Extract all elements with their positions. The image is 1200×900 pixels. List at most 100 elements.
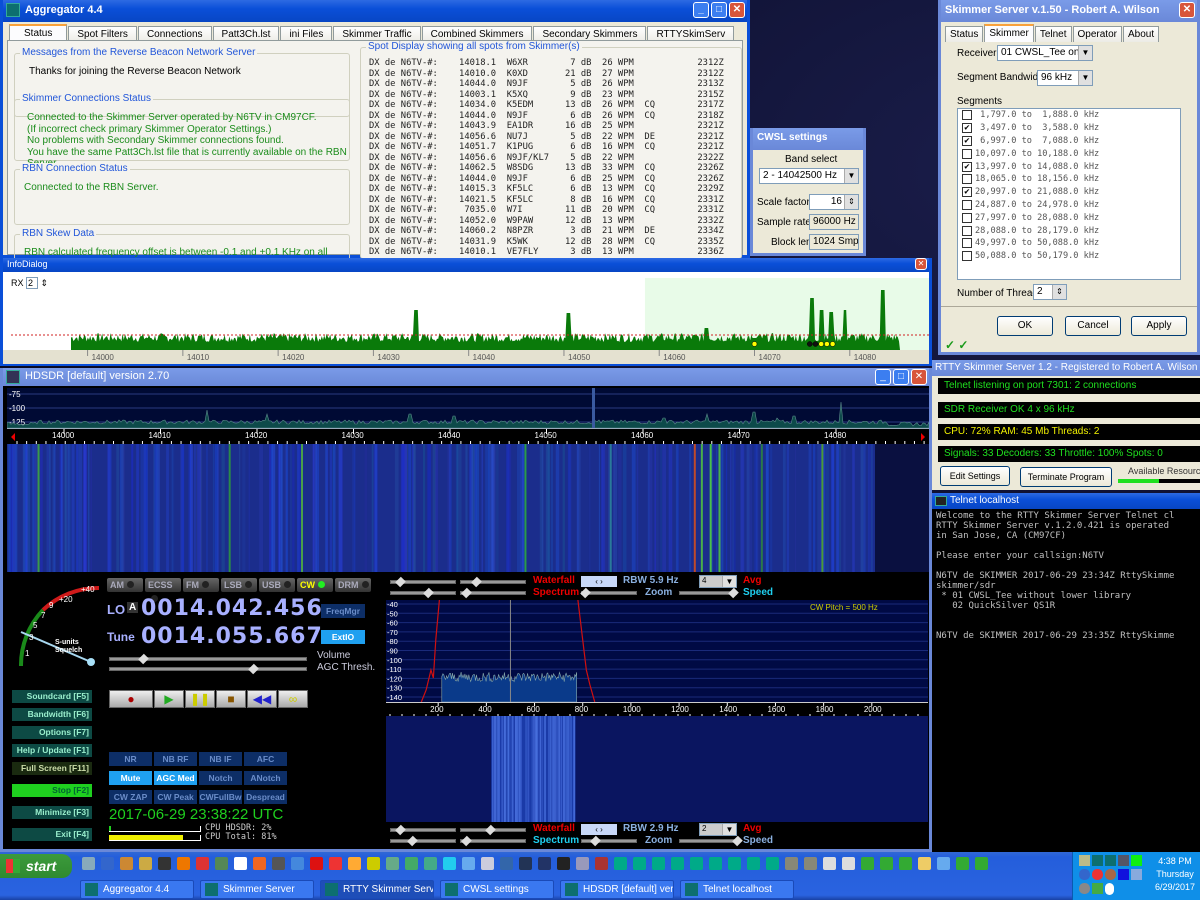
spot-row[interactable]: DX de N6TV-#: 7035.0 W7I 11 dB 20 WPM CQ… bbox=[369, 205, 724, 216]
dsp-anotch-button[interactable]: ANotch bbox=[244, 771, 287, 785]
quick-launch-icon[interactable] bbox=[120, 857, 133, 870]
dsp-nb-rf-button[interactable]: NB RF bbox=[154, 752, 197, 766]
spot-row[interactable]: DX de N6TV-#: 14056.6 NU7J 5 dB 22 WPM D… bbox=[369, 132, 724, 143]
quick-launch-icon[interactable] bbox=[500, 857, 513, 870]
waterfall-nav-arrows[interactable]: ‹ › bbox=[581, 824, 617, 835]
segment-item[interactable]: 18,065.0 to 18,156.0 kHz bbox=[958, 173, 1180, 186]
quick-launch-icon[interactable] bbox=[918, 857, 931, 870]
agc-thresh-slider[interactable] bbox=[109, 663, 307, 675]
close-button[interactable]: ✕ bbox=[915, 258, 927, 270]
telnet-titlebar[interactable]: Telnet localhost bbox=[932, 493, 1200, 509]
waterfall-slider-4[interactable] bbox=[460, 824, 526, 836]
start-button[interactable]: start bbox=[0, 854, 72, 878]
scale-factor-spinner[interactable]: 16 ⇕ bbox=[809, 194, 859, 210]
quick-launch-icon[interactable] bbox=[652, 857, 665, 870]
rtty-titlebar[interactable]: RTTY Skimmer Server 1.2 - Registered to … bbox=[932, 360, 1200, 376]
stop-playback-button[interactable]: ■ bbox=[216, 690, 246, 708]
zoom-slider[interactable] bbox=[581, 835, 637, 847]
mode-lsb-button[interactable]: LSB bbox=[221, 578, 257, 592]
spot-row[interactable]: DX de N6TV-#: 14043.9 EA1DR 16 dB 25 WPM… bbox=[369, 121, 724, 132]
spot-row[interactable]: DX de N6TV-#: 14062.5 W8SDG 13 dB 33 WPM… bbox=[369, 163, 724, 174]
waterfall-slider-1[interactable] bbox=[390, 576, 456, 588]
dsp-cwfullbw-button[interactable]: CWFullBw bbox=[199, 790, 242, 804]
segment-checkbox[interactable]: ✔ bbox=[962, 123, 972, 134]
tab-about[interactable]: About bbox=[1122, 26, 1160, 42]
taskbar-item[interactable]: HDSDR [default] ver... bbox=[560, 880, 674, 899]
close-button[interactable]: ✕ bbox=[1179, 2, 1195, 18]
quick-launch-icon[interactable] bbox=[557, 857, 570, 870]
mode-cw-button[interactable]: CW bbox=[297, 578, 333, 592]
dsp-despread-button[interactable]: Despread bbox=[244, 790, 287, 804]
tray-icon[interactable] bbox=[1092, 883, 1103, 894]
segment-item[interactable]: 49,997.0 to 50,088.0 kHz bbox=[958, 237, 1180, 250]
speed-slider[interactable] bbox=[679, 587, 739, 599]
maximize-button[interactable]: □ bbox=[711, 2, 727, 18]
waterfall-slider-3[interactable] bbox=[390, 824, 456, 836]
lo-vfo-button[interactable]: A bbox=[127, 602, 139, 613]
segment-checkbox[interactable] bbox=[962, 225, 972, 236]
skimmer-server-titlebar[interactable]: Skimmer Server v.1.50 - Robert A. Wilson… bbox=[941, 0, 1197, 22]
slider-thumb[interactable] bbox=[138, 653, 149, 665]
waterfall-nav-arrows[interactable]: ‹ › bbox=[581, 576, 617, 587]
dsp-cw-zap-button[interactable]: CW ZAP bbox=[109, 790, 152, 804]
spot-row[interactable]: DX de N6TV-#: 14034.0 K5EDM 13 dB 26 WPM… bbox=[369, 100, 724, 111]
rf-waterfall[interactable] bbox=[7, 444, 929, 572]
mode-fm-button[interactable]: FM bbox=[183, 578, 219, 592]
close-button[interactable]: ✕ bbox=[911, 369, 927, 385]
quick-launch-icon[interactable] bbox=[880, 857, 893, 870]
spot-row[interactable]: DX de N6TV-#: 14056.6 N9JF/KL7 5 dB 22 W… bbox=[369, 153, 724, 164]
segment-checkbox[interactable] bbox=[962, 148, 972, 159]
segment-item[interactable]: 27,997.0 to 28,088.0 kHz bbox=[958, 211, 1180, 224]
spot-row[interactable]: DX de N6TV-#: 14010.0 K0XD 21 dB 27 WPM … bbox=[369, 69, 724, 80]
tab-skimmer[interactable]: Skimmer bbox=[984, 24, 1034, 42]
receiver-dropdown[interactable]: 01 CWSL_Tee on IC_I ▼ bbox=[997, 45, 1093, 61]
segments-list[interactable]: 1,797.0 to 1,888.0 kHz ✔ 3,497.0 to 3,588… bbox=[957, 108, 1181, 280]
quick-launch-icon[interactable] bbox=[139, 857, 152, 870]
dsp-notch-button[interactable]: Notch bbox=[199, 771, 242, 785]
af-waterfall[interactable] bbox=[386, 716, 928, 822]
quick-launch-icon[interactable] bbox=[728, 857, 741, 870]
spot-row[interactable]: DX de N6TV-#: 14015.3 KF5LC 6 dB 13 WPM … bbox=[369, 184, 724, 195]
quick-launch-icon[interactable] bbox=[975, 857, 988, 870]
zoom-slider[interactable] bbox=[580, 587, 637, 599]
tray-icon[interactable] bbox=[1118, 855, 1129, 866]
segment-item[interactable]: 24,887.0 to 24,978.0 kHz bbox=[958, 199, 1180, 212]
slider-thumb[interactable] bbox=[248, 663, 259, 675]
waterfall-slider-2[interactable] bbox=[460, 576, 526, 588]
quick-launch-icon[interactable] bbox=[367, 857, 380, 870]
quick-launch-icon[interactable] bbox=[272, 857, 285, 870]
tab-operator[interactable]: Operator bbox=[1072, 26, 1122, 42]
play-button[interactable]: ▶ bbox=[154, 690, 184, 708]
quick-launch-icon[interactable] bbox=[595, 857, 608, 870]
quick-launch-icon[interactable] bbox=[823, 857, 836, 870]
button-options[interactable]: Options [F7] bbox=[12, 726, 92, 739]
quick-launch-icon[interactable] bbox=[462, 857, 475, 870]
rf-frequency-scale[interactable]: 14000 14010 14020 14030 14040 14050 14060 14070… bbox=[7, 428, 929, 445]
mode-ecss-button[interactable]: ECSS bbox=[145, 578, 181, 602]
maximize-button[interactable]: □ bbox=[893, 369, 909, 385]
terminate-program-button[interactable]: Terminate Program bbox=[1020, 467, 1112, 487]
dsp-cw-peak-button[interactable]: CW Peak bbox=[154, 790, 197, 804]
tune-frequency-display[interactable]: 0014.055.667 bbox=[141, 624, 323, 649]
spot-row[interactable]: DX de N6TV-#: 14021.5 KF5LC 8 dB 16 WPM … bbox=[369, 195, 724, 206]
dsp-afc-button[interactable]: AFC bbox=[244, 752, 287, 766]
quick-launch-icon[interactable] bbox=[671, 857, 684, 870]
lo-frequency-display[interactable]: 0014.042.456 bbox=[141, 596, 323, 621]
quick-launch-icon[interactable] bbox=[576, 857, 589, 870]
tab-telnet[interactable]: Telnet bbox=[1034, 26, 1072, 42]
minimize-button[interactable]: _ bbox=[693, 2, 709, 18]
spectrum-slider-1[interactable] bbox=[390, 587, 456, 599]
tray-icon[interactable] bbox=[1079, 883, 1090, 894]
tray-icon[interactable] bbox=[1092, 869, 1103, 880]
quick-launch-icon[interactable] bbox=[747, 857, 760, 870]
taskbar-item[interactable]: Skimmer Server bbox=[200, 880, 314, 899]
spectrum-slider-3[interactable] bbox=[390, 835, 456, 847]
record-button[interactable]: ● bbox=[109, 690, 153, 708]
segment-item[interactable]: 50,088.0 to 50,179.0 kHz bbox=[958, 250, 1180, 263]
spot-row[interactable]: DX de N6TV-#: 14044.0 N9JF 5 dB 26 WPM 2… bbox=[369, 79, 724, 90]
quick-launch-icon[interactable] bbox=[842, 857, 855, 870]
tab-status[interactable]: Status bbox=[945, 26, 984, 42]
spot-row[interactable]: DX de N6TV-#: 14044.0 N9JF 6 dB 26 WPM C… bbox=[369, 111, 724, 122]
quick-launch-icon[interactable] bbox=[443, 857, 456, 870]
quick-launch-icon[interactable] bbox=[196, 857, 209, 870]
